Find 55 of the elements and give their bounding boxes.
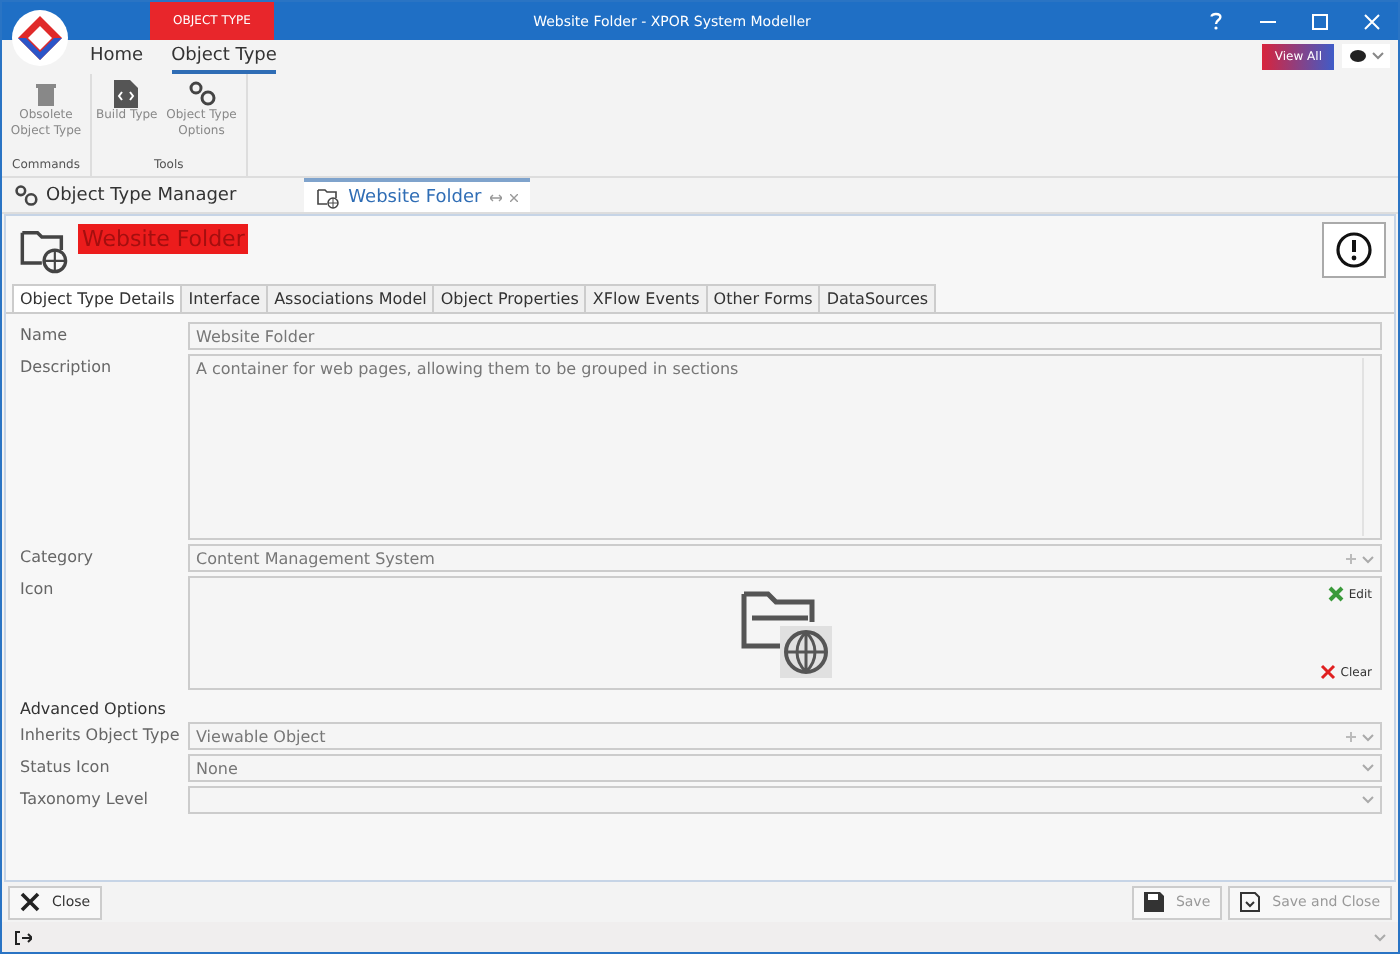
caret-icon[interactable] (1362, 796, 1374, 804)
caret-icon[interactable] (1362, 733, 1374, 741)
object-type-title: Website Folder (78, 224, 249, 254)
field-label: Inherits Object Type (20, 724, 182, 748)
info-button[interactable] (1322, 222, 1386, 278)
clear-icon (1320, 664, 1337, 680)
section-heading: Advanced Options (20, 698, 168, 718)
tab[interactable]: Object Properties (432, 284, 587, 312)
field-label: Status Icon (20, 756, 112, 780)
text-area[interactable]: A container for web pages, allowing them to be grouped in sections (188, 354, 1382, 540)
ribbon-tab[interactable]: Object Type (171, 46, 277, 74)
save-icon (1240, 892, 1261, 912)
maximize-icon (1312, 13, 1328, 29)
folder-globe-icon (316, 185, 341, 209)
tab[interactable]: Other Forms (705, 284, 821, 312)
caret-icon[interactable] (1362, 764, 1374, 772)
dropdown-field[interactable]: Content Management System (188, 544, 1382, 572)
plus-icon[interactable] (1346, 732, 1356, 742)
field-label: Icon (20, 578, 56, 602)
close-icon (20, 892, 40, 912)
document-tab[interactable]: Object Type Manager (2, 178, 249, 212)
eye-dropdown[interactable] (1342, 44, 1390, 68)
tab[interactable]: Associations Model (266, 284, 435, 312)
tab[interactable]: Interface (180, 284, 269, 312)
dropdown-field[interactable]: Viewable Object (188, 722, 1382, 750)
input-field[interactable]: Website Folder (188, 322, 1382, 350)
plus-icon[interactable] (1346, 554, 1356, 564)
minimize-icon (1260, 19, 1276, 23)
field-label: Taxonomy Level (20, 788, 150, 812)
app-logo[interactable] (10, 8, 70, 68)
close-icon (1364, 13, 1380, 29)
caret-icon[interactable] (1371, 52, 1383, 60)
dropdown-field[interactable] (188, 786, 1382, 814)
gears-icon (187, 80, 216, 108)
caret-icon[interactable] (1374, 933, 1386, 941)
ribbon-tab[interactable]: Home (90, 46, 144, 74)
field-label: Name (20, 324, 70, 348)
tab[interactable]: XFlow Events (584, 284, 708, 312)
field-label: Category (20, 546, 96, 570)
caret-icon[interactable] (1362, 555, 1374, 563)
save-icon (1143, 892, 1164, 912)
field-label: Description (20, 356, 114, 380)
sign-out-icon[interactable] (14, 929, 32, 945)
close-icon[interactable] (509, 193, 518, 201)
tab[interactable]: Object Type Details (12, 284, 183, 312)
eye-icon (1349, 50, 1365, 62)
document-tab[interactable]: Website Folder (304, 178, 530, 212)
dropdown-field[interactable]: None (188, 754, 1382, 782)
trash-icon (32, 80, 60, 108)
help-icon (1210, 12, 1222, 30)
gears-icon (14, 183, 38, 207)
code-file-icon (114, 80, 139, 108)
edit-icon (1328, 586, 1345, 602)
tab[interactable]: DataSources (818, 284, 937, 312)
exclamation-icon (1336, 232, 1372, 268)
